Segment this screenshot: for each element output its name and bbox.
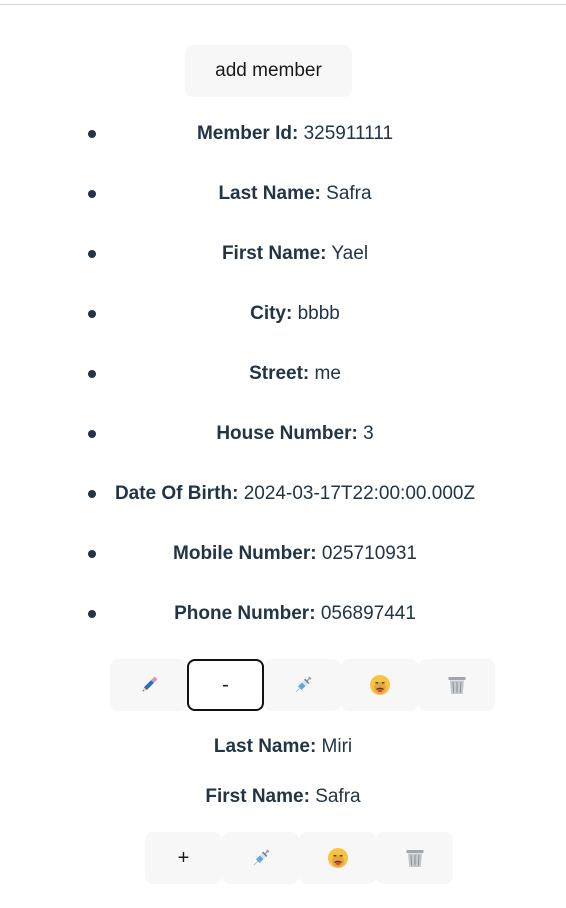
list-bullet [88,550,96,558]
vaccine-button[interactable] [264,659,341,711]
first-name-label: First Name: [221,243,327,264]
list-bullet [88,130,96,138]
list-item-city: City: bbbb [100,300,490,328]
member-action-bar: - [110,659,495,711]
list-bullet [88,490,96,498]
top-divider [0,4,566,5]
secondary-action-bar: + [145,832,453,884]
add-member-button[interactable]: add member [185,45,352,97]
detail-first-name: First Name: Safra [0,783,566,811]
last-name-value: Safra [326,183,372,204]
sick-face-icon [369,675,390,695]
sick-status-button[interactable] [299,832,376,884]
city-label: City: [250,303,293,324]
pencil-icon [142,676,157,692]
wastebasket-icon [406,850,423,867]
vaccine-button[interactable] [222,832,299,884]
member-id-value: 325911111 [303,123,394,144]
city-value: bbbb [297,303,340,324]
detail-last-name-value: Miri [321,736,353,757]
last-name-label: Last Name: [218,183,321,204]
street-value: me [314,363,341,384]
delete-member-button[interactable] [376,832,453,884]
first-name-value: Yael [331,243,369,264]
detail-last-name: Last Name: Miri [0,733,566,761]
detail-last-name-label: Last Name: [213,736,317,757]
list-item-mobile-number: Mobile Number: 025710931 [100,540,490,568]
syringe-icon [253,849,269,866]
mobile-number-value: 025710931 [321,543,417,564]
mobile-number-label: Mobile Number: [173,543,317,564]
detail-first-name-value: Safra [315,786,361,807]
date-of-birth-value: 2024-03-17T22:00:00.000Z [243,483,476,504]
street-label: Street: [249,363,310,384]
list-bullet [88,610,96,618]
phone-number-label: Phone Number: [174,603,316,624]
syringe-icon [295,676,311,693]
house-number-label: House Number: [216,423,358,444]
list-bullet [88,430,96,438]
date-of-birth-label: Date Of Birth: [114,483,239,504]
expand-button[interactable]: + [145,832,222,884]
list-bullet [88,370,96,378]
list-item-first-name: First Name: Yael [100,240,490,268]
edit-member-button[interactable] [110,659,187,711]
list-bullet [88,250,96,258]
list-item-last-name: Last Name: Safra [100,180,490,208]
list-item-house-number: House Number: 3 [100,420,490,448]
list-item-date-of-birth: Date Of Birth: 2024-03-17T22:00:00.000Z [100,480,490,508]
list-item-member-id: Member Id: 325911111 [100,120,490,148]
collapse-button[interactable]: - [187,659,264,711]
delete-member-button[interactable] [418,659,495,711]
list-bullet [88,310,96,318]
list-item-street: Street: me [100,360,490,388]
house-number-value: 3 [363,423,374,444]
sick-face-icon [327,848,348,868]
detail-first-name-label: First Name: [205,786,310,807]
phone-number-value: 056897441 [320,603,416,624]
list-item-phone-number: Phone Number: 056897441 [100,600,490,628]
list-bullet [88,190,96,198]
sick-status-button[interactable] [341,659,418,711]
member-id-label: Member Id: [196,123,299,144]
wastebasket-icon [448,677,465,694]
